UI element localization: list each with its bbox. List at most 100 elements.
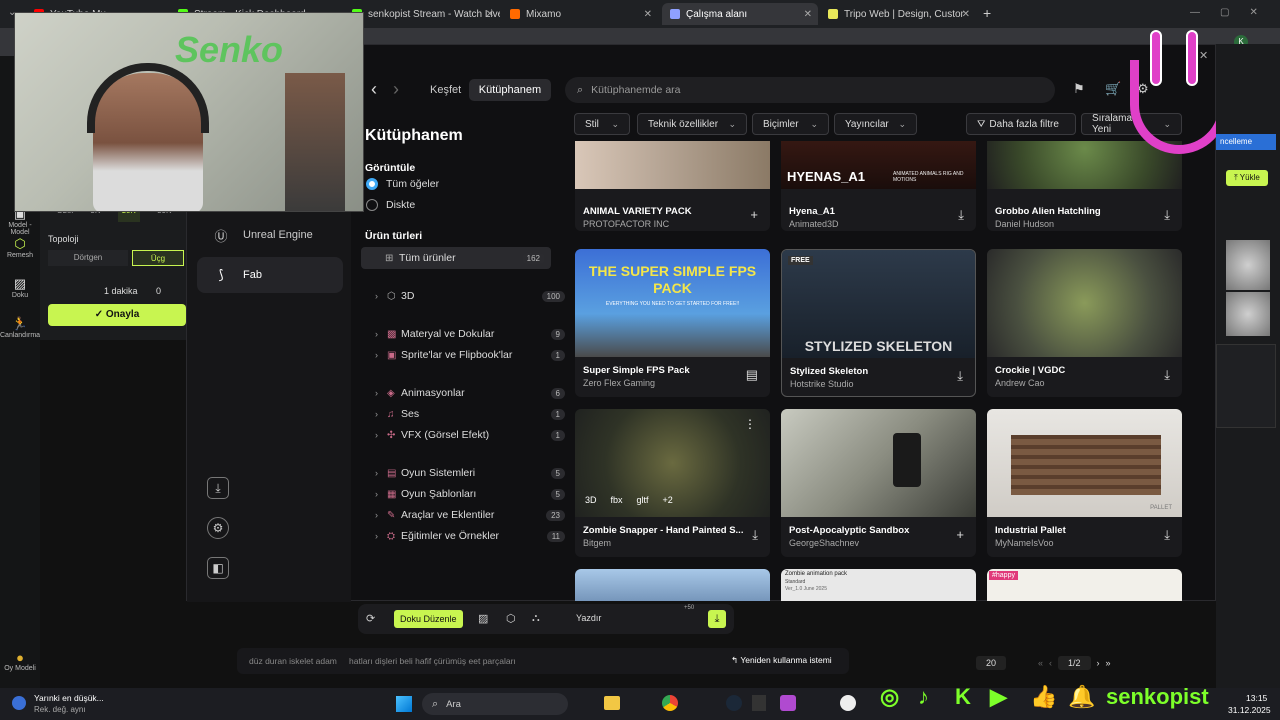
product-card[interactable]: HYENAS_A1 ANIMATED ANIMALS RIG AND MOTIO… <box>781 141 976 231</box>
background-person <box>285 73 345 211</box>
owned-product-icon[interactable]: ▤ <box>746 367 758 383</box>
nav-unreal-engine[interactable]: Ⓤ Unreal Engine <box>197 217 343 253</box>
category-sprites[interactable]: › ▣ Sprite'lar ve Flipbook'lar 1 <box>375 345 565 365</box>
weather-title[interactable]: Yarınki en düşük... <box>34 693 104 703</box>
file-explorer-icon[interactable] <box>604 696 620 710</box>
steam-icon[interactable] <box>726 695 742 711</box>
view-all-radio[interactable]: Tüm öğeler <box>366 178 439 190</box>
new-tab-button[interactable]: + <box>983 5 991 21</box>
add-to-project-button[interactable]: + <box>750 207 758 222</box>
product-thumbnail <box>575 141 770 189</box>
download-button[interactable]: ⤓ <box>958 207 964 223</box>
filter-tech-specs[interactable]: Teknik özellikler ⌄ <box>637 113 747 135</box>
category-tools-plugins[interactable]: › ✎ Araçlar ve Eklentiler 23 <box>375 505 565 525</box>
weather-subtitle: Rek. değ. aynı <box>34 705 86 714</box>
unreal-icon[interactable] <box>840 695 856 711</box>
first-page-button[interactable]: « <box>1038 658 1043 668</box>
forward-button[interactable]: › <box>393 79 399 100</box>
panel-toggle-icon[interactable]: ◧ <box>207 557 229 579</box>
asset-thumbnail[interactable] <box>1226 240 1270 290</box>
search-input[interactable]: ⌕ Kütüphanemde ara <box>565 77 1055 103</box>
tab-workspace[interactable]: Çalışma alanı ✕ <box>662 3 818 25</box>
product-card[interactable]: #happy <box>987 569 1182 601</box>
bookmark-icon[interactable]: ⚑ <box>1073 81 1085 97</box>
remesh-tool[interactable]: ⬡ Remesh <box>0 236 40 259</box>
category-game-templates[interactable]: › ▦ Oyun Şablonları 5 <box>375 484 565 504</box>
close-tab-icon[interactable]: ✕ <box>804 9 812 20</box>
more-options-icon[interactable]: ⋮ <box>744 417 756 431</box>
close-tab-icon[interactable]: ✕ <box>486 9 494 20</box>
window-controls[interactable]: —▢✕ <box>1190 7 1278 18</box>
category-vfx[interactable]: › ✣ VFX (Görsel Efekt) 1 <box>375 425 565 445</box>
clock-time: 13:15 <box>1246 693 1268 703</box>
texture-tool[interactable]: ▨ Doku <box>0 276 40 299</box>
category-audio[interactable]: › ♫ Ses 1 <box>375 404 565 424</box>
vote-model-tool[interactable]: ● Oy Modeli <box>0 650 40 672</box>
tab-explore[interactable]: Keşfet <box>430 84 461 96</box>
tab-tripo[interactable]: Tripo Web | Design, Customize✕ <box>820 3 976 25</box>
category-materials[interactable]: › ▩ Materyal ve Dokular 9 <box>375 324 565 344</box>
topology-tri-button[interactable]: Üçg <box>132 250 184 266</box>
add-to-project-button[interactable]: + <box>956 527 964 542</box>
more-filters-button[interactable]: ⛛ Daha fazla filtre <box>966 113 1076 135</box>
chrome-icon[interactable] <box>662 695 678 711</box>
product-card[interactable]: THE SUPER SIMPLE FPS PACK EVERYTHING YOU… <box>575 249 770 397</box>
product-card[interactable]: ⋮ 3D fbx gltf +2 Zombie Snapper - Hand P… <box>575 409 770 557</box>
category-game-systems[interactable]: › ▤ Oyun Sistemleri 5 <box>375 463 565 483</box>
product-card[interactable]: PALLET Industrial Pallet MyNameIsVoo ⤓ <box>987 409 1182 557</box>
download-button[interactable]: ⤓ <box>957 368 963 384</box>
view-disk-radio[interactable]: Diskte <box>366 199 415 211</box>
texture-edit-button[interactable]: Doku Düzenle <box>394 610 463 628</box>
product-card[interactable]: FREE STYLIZED SKELETON Stylized Skeleton… <box>781 249 976 397</box>
cancel-update-button[interactable]: ncelleme <box>1216 134 1276 150</box>
rig-icon[interactable]: ⛬ <box>532 612 540 625</box>
filter-publishers[interactable]: Yayıncılar ⌄ <box>834 113 917 135</box>
confirm-button[interactable]: ✓ Onayla <box>48 304 186 326</box>
start-icon[interactable] <box>396 696 412 712</box>
download-button[interactable]: ⤓ <box>1164 367 1170 383</box>
category-3d[interactable]: › ⬡ 3D 100 <box>375 286 565 306</box>
epic-icon[interactable] <box>752 695 766 711</box>
product-card[interactable]: Crockie | VGDC Andrew Cao ⤓ <box>987 249 1182 397</box>
product-card[interactable]: Post-Apocalyptic Sandbox GeorgeShachnev … <box>781 409 976 557</box>
nav-fab[interactable]: ⟆ Fab <box>197 257 343 293</box>
close-tab-icon[interactable]: ✕ <box>962 9 970 20</box>
taskbar-search[interactable]: ⌕ Ara <box>422 693 568 715</box>
texture-icon[interactable]: ▨ <box>478 612 488 625</box>
print-button[interactable]: Yazdır <box>576 613 601 623</box>
category-tutorials[interactable]: › ⛭ Eğitimler ve Örnekler 11 <box>375 526 565 546</box>
tab-mixamo[interactable]: Mixamo ✕ <box>502 3 658 25</box>
weather-icon[interactable] <box>12 696 26 710</box>
reuse-prompt-button[interactable]: ↰ Yeniden kullanma istemi <box>731 655 832 666</box>
tab-library[interactable]: Kütüphanem <box>469 79 551 101</box>
filter-style[interactable]: Stil ⌄ <box>574 113 630 135</box>
download-button[interactable]: ⤓ <box>752 527 758 543</box>
back-button[interactable]: ‹ <box>371 79 377 100</box>
prev-page-button[interactable]: ‹ <box>1049 658 1052 668</box>
product-card[interactable] <box>575 569 770 601</box>
product-card[interactable]: ANIMAL VARIETY PACK PROTOFACTOR INC + <box>575 141 770 231</box>
download-button[interactable]: ⤓ <box>1164 527 1170 543</box>
close-tab-icon[interactable]: ✕ <box>644 9 652 20</box>
animate-tool[interactable]: 🏃 Canlandırmak <box>0 316 44 339</box>
cart-icon[interactable]: 🛒 <box>1105 81 1121 97</box>
asset-thumbnail[interactable] <box>1226 292 1270 336</box>
topology-quad-button[interactable]: Dörtgen <box>48 250 128 266</box>
upload-button[interactable]: ⤒ Yükle <box>1226 170 1268 186</box>
remesh-icon[interactable]: ⬡ <box>506 612 516 625</box>
page-size-select[interactable]: 20 <box>976 656 1007 670</box>
download-button[interactable]: ⤓ <box>1164 207 1170 223</box>
filter-formats[interactable]: Biçimler ⌄ <box>752 113 829 135</box>
app-icon[interactable] <box>780 695 796 711</box>
download-icon[interactable]: ⤓ <box>207 477 229 499</box>
refresh-icon[interactable]: ⟳ <box>366 612 375 625</box>
category-all-products[interactable]: ⊞ Tüm ürünler 162 <box>361 247 551 269</box>
asset-thumbnail[interactable] <box>1216 344 1276 428</box>
gear-icon[interactable]: ⚙ <box>207 517 229 539</box>
next-page-button[interactable]: › <box>1097 658 1100 668</box>
last-page-button[interactable]: » <box>1106 658 1111 668</box>
product-card[interactable]: Zombie animation pack Standard Ver_1.0 J… <box>781 569 976 601</box>
category-animations[interactable]: › ◈ Animasyonlar 6 <box>375 383 565 403</box>
download-button[interactable]: ⤓ <box>708 610 726 628</box>
tab-kick-stream[interactable]: senkopist Stream - Watch Live ✕ <box>344 3 500 25</box>
